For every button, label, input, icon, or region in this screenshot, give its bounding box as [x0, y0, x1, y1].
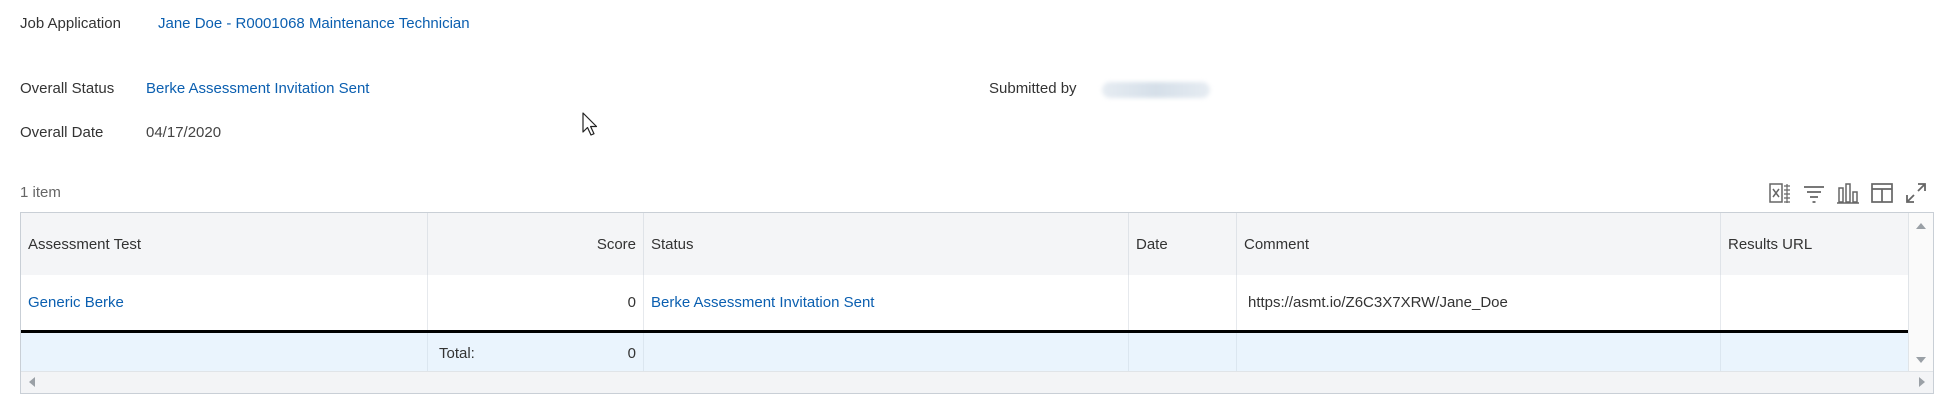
column-layout-icon[interactable]: [1869, 180, 1895, 206]
assessment-test-link[interactable]: Generic Berke: [28, 294, 124, 311]
total-row: Total: 0: [21, 333, 1909, 373]
grid-header-row: Assessment Test Score Status Date Commen…: [21, 213, 1909, 276]
scroll-right-icon[interactable]: [1919, 377, 1925, 387]
column-header-assessment-test[interactable]: Assessment Test: [21, 213, 428, 275]
filter-icon[interactable]: [1801, 180, 1827, 206]
mouse-cursor-icon: [582, 112, 598, 136]
score-cell: 0: [627, 294, 636, 311]
fullscreen-icon[interactable]: [1903, 180, 1929, 206]
submitted-by-redacted-value: [1102, 82, 1210, 98]
horizontal-scrollbar[interactable]: [21, 371, 1933, 393]
job-application-link[interactable]: Jane Doe - R0001068 Maintenance Technici…: [158, 15, 470, 32]
overall-date-label: Overall Date: [20, 124, 104, 141]
overall-date-value: 04/17/2020: [146, 124, 222, 141]
export-excel-icon[interactable]: [1767, 180, 1793, 206]
scroll-down-icon[interactable]: [1916, 357, 1926, 363]
chart-icon[interactable]: [1835, 180, 1861, 206]
job-application-label: Job Application: [20, 15, 121, 32]
table-row: Generic Berke 0 Berke Assessment Invitat…: [21, 275, 1909, 330]
column-header-comment[interactable]: Comment: [1237, 213, 1721, 275]
column-header-results-url[interactable]: Results URL: [1721, 213, 1909, 275]
column-header-status[interactable]: Status: [644, 213, 1129, 275]
assessment-grid: Assessment Test Score Status Date Commen…: [20, 212, 1934, 394]
column-header-date[interactable]: Date: [1129, 213, 1237, 275]
scroll-up-icon[interactable]: [1916, 223, 1926, 229]
grid-toolbar: [1767, 180, 1929, 206]
scroll-left-icon[interactable]: [29, 377, 35, 387]
overall-status-label: Overall Status: [20, 80, 115, 97]
status-link[interactable]: Berke Assessment Invitation Sent: [651, 294, 874, 311]
vertical-scrollbar[interactable]: [1908, 213, 1933, 373]
submitted-by-label: Submitted by: [989, 80, 1077, 97]
overall-status-link[interactable]: Berke Assessment Invitation Sent: [146, 80, 369, 97]
item-count: 1 item: [20, 184, 61, 201]
column-header-score[interactable]: Score: [428, 213, 644, 275]
total-score: 0: [627, 344, 636, 362]
comment-cell: https://asmt.io/Z6C3X7XRW/Jane_Doe: [1248, 294, 1508, 311]
total-label: Total:: [439, 344, 475, 362]
